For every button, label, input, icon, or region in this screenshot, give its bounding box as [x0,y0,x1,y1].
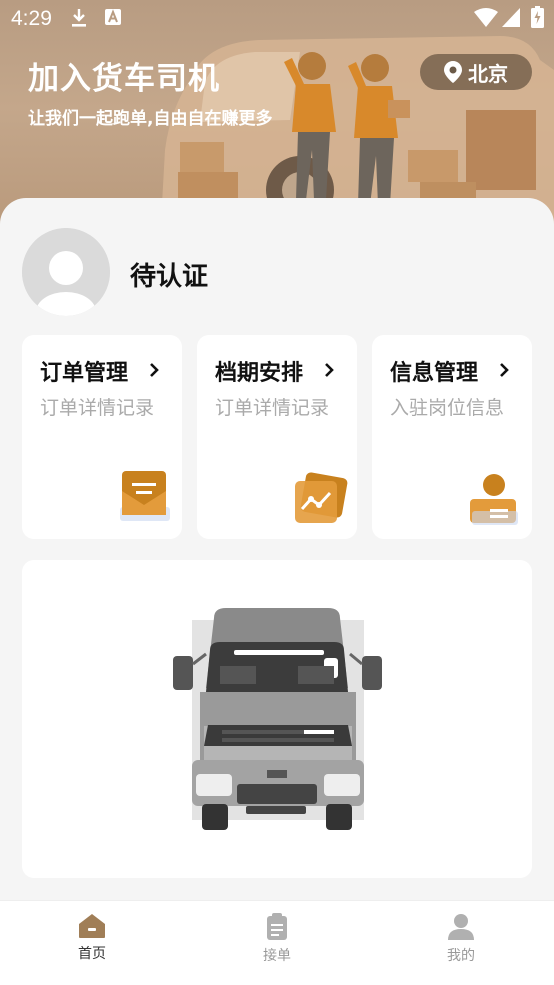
order-management-card[interactable]: 订单管理 订单详情记录 [22,335,182,539]
menu-title: 档期安排 [215,361,304,386]
nav-home[interactable]: 首页 [32,913,152,963]
truck-illustration [173,608,382,830]
city-selector[interactable]: 北京 [420,54,532,90]
chart-card-icon [295,472,348,523]
user-icon [448,914,474,940]
truck-banner[interactable] [22,560,532,878]
default-avatar-icon [22,228,110,316]
main-content: 待认证 订单管理 订单详情记录 档期安排 订单详情记录 信息管理 入驻岗位信息 [0,198,554,900]
menu-title: 信息管理 [390,361,479,386]
envelope-icon [120,471,170,521]
chevron-right-icon [150,363,159,377]
menu-subtitle: 入驻岗位信息 [390,397,505,419]
avatar[interactable] [22,228,110,316]
font-app-icon [105,9,121,25]
nav-label: 首页 [78,946,106,962]
status-time: 4:29 [11,7,52,30]
nav-label: 我的 [447,948,475,964]
nav-label: 接单 [263,948,291,964]
location-pin-icon [444,61,462,83]
info-management-card[interactable]: 信息管理 入驻岗位信息 [372,335,532,539]
status-bar: 4:29 [0,0,554,36]
download-icon [72,9,86,27]
wifi-icon [474,8,498,27]
nav-mine[interactable]: 我的 [401,913,521,965]
hero-subtitle: 让我们一起跑单,自由自在赚更多 [28,109,273,129]
city-name: 北京 [468,61,508,86]
home-icon [79,914,105,938]
person-card-icon [470,474,518,525]
signal-icon [502,8,520,27]
chevron-right-icon [325,363,334,377]
menu-title: 订单管理 [40,361,129,386]
hero-title: 加入货车司机 [28,61,220,97]
menu-subtitle: 订单详情记录 [215,397,330,419]
verification-status: 待认证 [130,262,209,292]
schedule-card[interactable]: 档期安排 订单详情记录 [197,335,357,539]
nav-orders[interactable]: 接单 [217,913,337,965]
menu-subtitle: 订单详情记录 [40,397,155,419]
chevron-right-icon [500,363,509,377]
clipboard-icon [267,913,287,940]
bottom-nav: 首页 接单 我的 [0,900,554,985]
battery-icon [531,6,544,28]
